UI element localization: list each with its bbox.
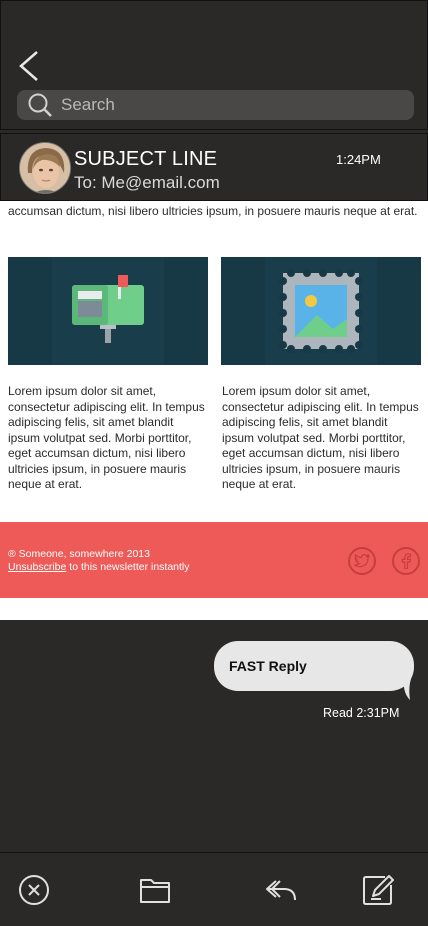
card-image-mailbox [8, 257, 208, 365]
search-bar[interactable] [17, 90, 414, 120]
bottom-toolbar [0, 852, 428, 926]
search-icon [28, 93, 52, 117]
reply-icon [266, 880, 296, 901]
folder-icon [140, 879, 170, 903]
compose-icon [363, 875, 394, 905]
unsubscribe-link[interactable]: Unsubscribe [8, 561, 66, 573]
email-screen: SUBJECT LINE To: Me@email.com 1:24PM acc… [0, 0, 428, 926]
facebook-icon [401, 553, 412, 569]
message-time: 1:24PM [336, 152, 381, 167]
email-body: accumsan dictum, nisi libero ultricies i… [0, 201, 428, 620]
read-receipt: Read 2:31PM [323, 706, 400, 720]
close-circle-icon [19, 875, 49, 905]
close-button[interactable] [17, 873, 51, 907]
search-input[interactable] [61, 95, 381, 115]
body-text: accumsan dictum, nisi libero ultricies i… [8, 204, 418, 218]
unsubscribe-suffix: to this newsletter instantly [66, 561, 190, 573]
bubble-tail [403, 676, 412, 700]
unsubscribe-line: Unsubscribe to this newsletter instantly [8, 561, 190, 574]
picture-stamp-icon [265, 257, 377, 365]
back-button[interactable] [15, 49, 45, 83]
twitter-button[interactable] [348, 547, 376, 575]
reply-bubble[interactable]: FAST Reply [214, 641, 414, 691]
twitter-icon [354, 554, 370, 568]
message-header: SUBJECT LINE To: Me@email.com 1:24PM [0, 133, 428, 201]
footer-text: ® Someone, somewhere 2013 Unsubscribe to… [8, 548, 190, 574]
recipient: To: Me@email.com [74, 173, 220, 192]
top-bar [0, 0, 428, 130]
copyright-text: ® Someone, somewhere 2013 [8, 548, 150, 560]
subject-line: SUBJECT LINE [74, 148, 218, 170]
facebook-button[interactable] [392, 547, 420, 575]
avatar [19, 142, 71, 194]
chevron-left-icon [19, 51, 38, 81]
card-text-1: Lorem ipsum dolor sit amet, consectetur … [8, 384, 205, 491]
mailbox-icon [52, 257, 164, 365]
compose-button[interactable] [361, 873, 395, 907]
newsletter-footer: ® Someone, somewhere 2013 Unsubscribe to… [0, 522, 428, 598]
card-image-stamp [221, 257, 421, 365]
folder-button[interactable] [138, 873, 172, 907]
reply-button[interactable] [264, 873, 298, 907]
card-text-2: Lorem ipsum dolor sit amet, consectetur … [222, 384, 419, 491]
